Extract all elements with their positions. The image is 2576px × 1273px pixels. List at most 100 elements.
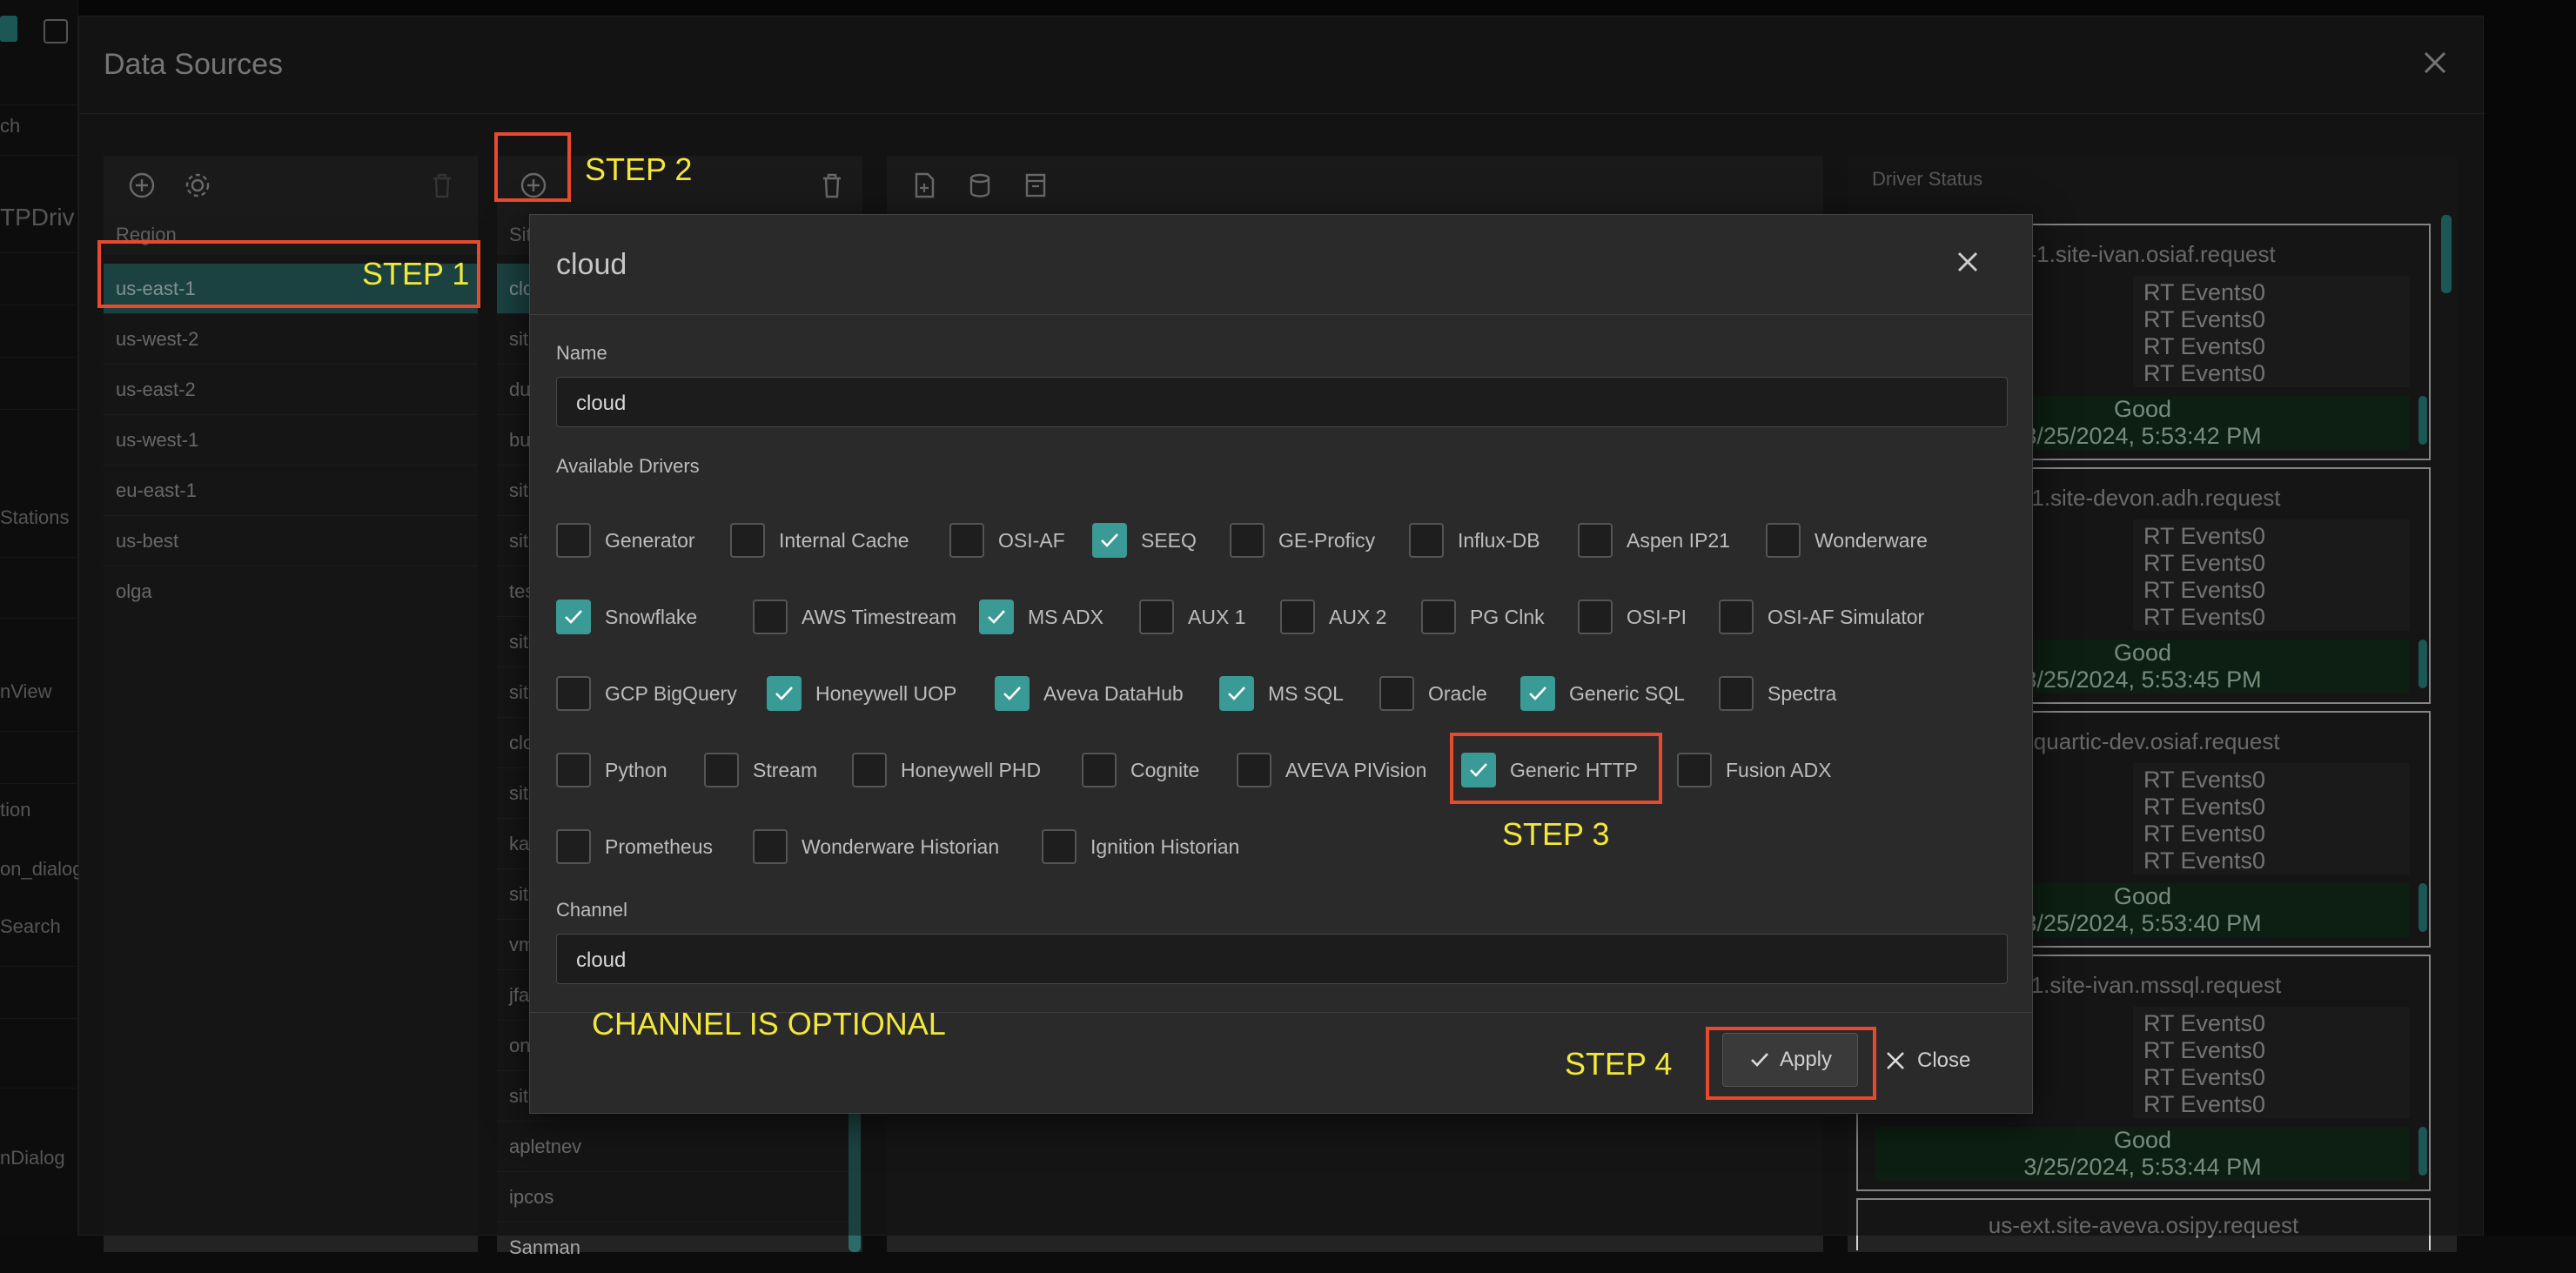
close-label: Close [1917, 1049, 1971, 1072]
driver-checkbox-snowflake[interactable]: Snowflake [556, 600, 697, 634]
driver-label: Snowflake [605, 605, 698, 628]
checkbox-checked[interactable] [1219, 676, 1254, 711]
drivers-label: Available Drivers [556, 455, 700, 477]
close-icon[interactable] [1954, 248, 1982, 276]
divider [530, 314, 2032, 315]
checkbox[interactable] [1042, 829, 1077, 864]
driver-checkbox-ms-adx[interactable]: MS ADX [979, 600, 1104, 634]
driver-checkbox-aspen-ip21[interactable]: Aspen IP21 [1578, 523, 1730, 558]
checkbox-checked[interactable] [995, 676, 1030, 711]
driver-label: Internal Cache [779, 528, 909, 552]
driver-checkbox-oracle[interactable]: Oracle [1379, 676, 1487, 711]
driver-checkbox-wonderware[interactable]: Wonderware [1766, 523, 1928, 558]
channel-optional-note: CHANNEL IS OPTIONAL [592, 1006, 946, 1042]
driver-checkbox-osi-af[interactable]: OSI-AF [949, 523, 1065, 558]
driver-label: Aspen IP21 [1627, 528, 1730, 552]
driver-label: Honeywell UOP [815, 681, 957, 705]
checkbox[interactable] [1139, 600, 1174, 634]
driver-checkbox-honeywell-uop[interactable]: Honeywell UOP [767, 676, 956, 711]
checkbox[interactable] [556, 829, 591, 864]
driver-label: GE-Proficy [1278, 528, 1376, 552]
driver-label: OSI-AF Simulator [1768, 605, 1925, 628]
driver-label: Aveva DataHub [1043, 681, 1184, 705]
checkbox[interactable] [704, 753, 739, 787]
checkbox-checked[interactable] [979, 600, 1014, 634]
driver-checkbox-influx-db[interactable]: Influx-DB [1409, 523, 1540, 558]
checkbox[interactable] [1237, 753, 1271, 787]
driver-label: GCP BigQuery [605, 681, 737, 705]
driver-checkbox-aws-timestream[interactable]: AWS Timestream [753, 600, 956, 634]
channel-input[interactable]: cloud [556, 934, 2008, 984]
driver-label: Fusion ADX [1726, 758, 1832, 781]
driver-checkbox-gcp-bigquery[interactable]: GCP BigQuery [556, 676, 737, 711]
driver-label: AWS Timestream [802, 605, 957, 628]
driver-checkbox-prometheus[interactable]: Prometheus [556, 829, 713, 864]
driver-checkbox-aveva-datahub[interactable]: Aveva DataHub [995, 676, 1184, 711]
driver-label: Spectra [1768, 681, 1837, 705]
checkbox[interactable] [1230, 523, 1265, 558]
driver-label: Stream [753, 758, 818, 781]
checkbox[interactable] [730, 523, 765, 558]
driver-label: Prometheus [605, 834, 714, 858]
close-icon [1887, 1052, 1904, 1069]
checkbox[interactable] [1677, 753, 1712, 787]
driver-checkbox-seeq[interactable]: SEEQ [1092, 523, 1197, 558]
driver-checkbox-generic-sql[interactable]: Generic SQL [1520, 676, 1685, 711]
driver-checkbox-osi-pi[interactable]: OSI-PI [1578, 600, 1687, 634]
driver-checkbox-cognite[interactable]: Cognite [1082, 753, 1199, 787]
driver-checkbox-pg-clnk[interactable]: PG Clnk [1421, 600, 1545, 634]
driver-checkbox-internal-cache[interactable]: Internal Cache [730, 523, 909, 558]
checkbox[interactable] [753, 829, 788, 864]
driver-checkbox-ge-proficy[interactable]: GE-Proficy [1230, 523, 1375, 558]
checkbox[interactable] [1082, 753, 1117, 787]
step2-label: STEP 2 [585, 151, 693, 187]
checkbox[interactable] [1409, 523, 1444, 558]
step4-highlight [1706, 1027, 1876, 1100]
driver-checkbox-honeywell-phd[interactable]: Honeywell PHD [852, 753, 1041, 787]
checkbox-checked[interactable] [767, 676, 802, 711]
checkbox-checked[interactable] [556, 600, 591, 634]
checkbox[interactable] [1766, 523, 1801, 558]
step2-highlight [494, 132, 571, 202]
checkbox[interactable] [1280, 600, 1315, 634]
checkbox[interactable] [1379, 676, 1414, 711]
step4-label: STEP 4 [1565, 1046, 1673, 1082]
checkbox[interactable] [949, 523, 984, 558]
checkbox-checked[interactable] [1520, 676, 1555, 711]
checkbox[interactable] [1719, 676, 1754, 711]
driver-checkbox-ms-sql[interactable]: MS SQL [1219, 676, 1344, 711]
checkbox[interactable] [556, 523, 591, 558]
driver-checkbox-aux-2[interactable]: AUX 2 [1280, 600, 1386, 634]
driver-label: Cognite [1130, 758, 1200, 781]
driver-label: SEEQ [1141, 528, 1197, 552]
close-button[interactable]: Close [1884, 1038, 1970, 1083]
checkbox[interactable] [556, 676, 591, 711]
checkbox[interactable] [753, 600, 788, 634]
driver-checkbox-stream[interactable]: Stream [704, 753, 817, 787]
driver-label: Ignition Historian [1090, 834, 1240, 858]
driver-label: Wonderware Historian [802, 834, 1000, 858]
checkbox[interactable] [556, 753, 591, 787]
checkbox[interactable] [1719, 600, 1754, 634]
checkbox[interactable] [1578, 600, 1613, 634]
checkbox[interactable] [1421, 600, 1456, 634]
checkbox-checked[interactable] [1092, 523, 1127, 558]
driver-checkbox-osi-af-simulator[interactable]: OSI-AF Simulator [1719, 600, 1924, 634]
driver-checkbox-python[interactable]: Python [556, 753, 667, 787]
driver-checkbox-ignition-historian[interactable]: Ignition Historian [1042, 829, 1239, 864]
driver-label: Wonderware [1815, 528, 1928, 552]
driver-checkbox-spectra[interactable]: Spectra [1719, 676, 1836, 711]
driver-label: AVEVA PIVision [1285, 758, 1427, 781]
checkbox[interactable] [1578, 523, 1613, 558]
driver-checkbox-aveva-pivision[interactable]: AVEVA PIVision [1237, 753, 1426, 787]
name-input[interactable]: cloud [556, 377, 2008, 427]
driver-checkbox-aux-1[interactable]: AUX 1 [1139, 600, 1245, 634]
step3-highlight [1450, 733, 1662, 804]
driver-label: OSI-PI [1627, 605, 1687, 628]
driver-checkbox-wonderware-historian[interactable]: Wonderware Historian [753, 829, 999, 864]
driver-checkbox-generator[interactable]: Generator [556, 523, 695, 558]
name-label: Name [556, 342, 607, 364]
driver-checkbox-fusion-adx[interactable]: Fusion ADX [1677, 753, 1831, 787]
checkbox[interactable] [852, 753, 887, 787]
driver-label: Generic SQL [1569, 681, 1685, 705]
